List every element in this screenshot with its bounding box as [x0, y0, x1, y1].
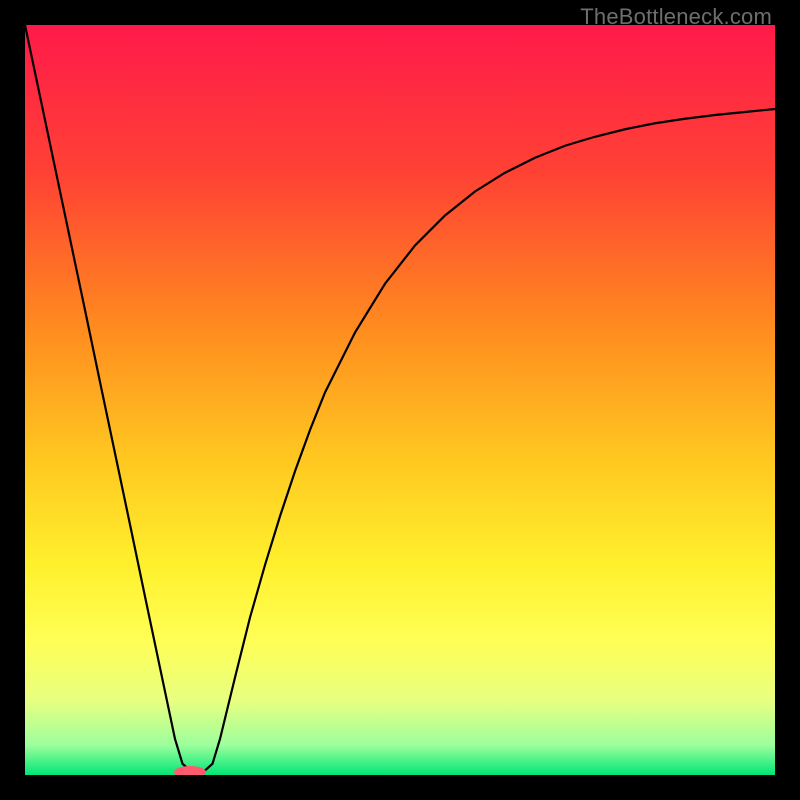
chart-background — [25, 25, 775, 775]
chart-frame — [25, 25, 775, 775]
chart-svg — [25, 25, 775, 775]
